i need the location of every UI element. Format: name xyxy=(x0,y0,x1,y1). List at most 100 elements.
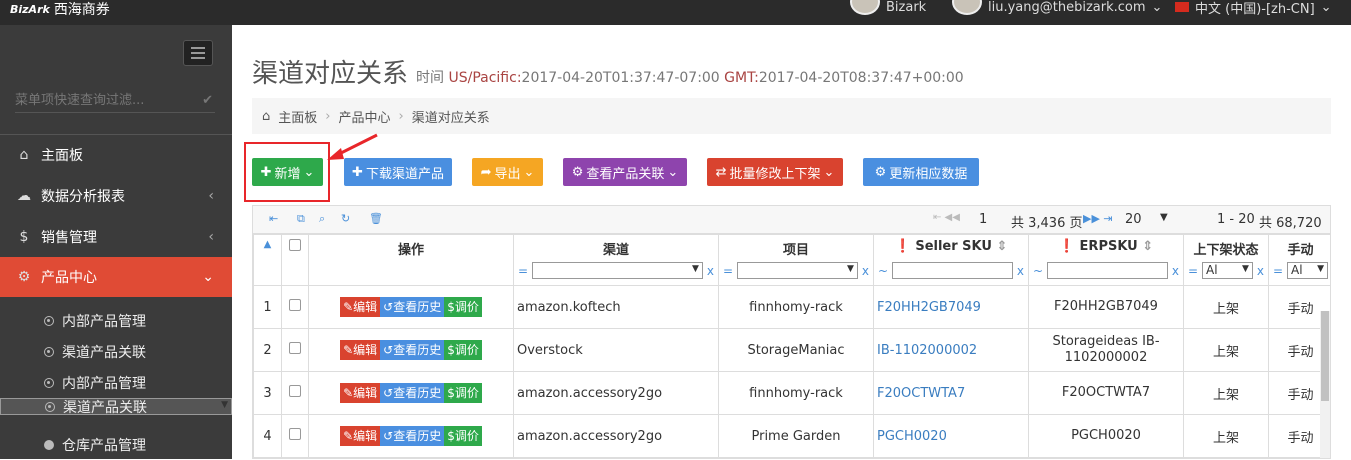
cell-status: 上架 xyxy=(1183,328,1269,372)
breadcrumb-current: 渠道对应关系 xyxy=(411,110,490,126)
menu-filter-placeholder: 菜单项快速查询过滤... xyxy=(15,93,145,108)
breadcrumb-link[interactable]: 产品中心 xyxy=(338,107,390,126)
cell-seller-sku-link[interactable]: PGCH0020 xyxy=(873,414,1029,458)
copy-icon[interactable]: ⧉ xyxy=(297,212,305,226)
cell-erpsku: F20HH2GB7049 xyxy=(1028,285,1184,329)
sidebar-item-label: 销售管理 xyxy=(41,230,97,246)
sidebar-subitem[interactable]: 内部产品管理 xyxy=(0,367,232,398)
next-page-icon[interactable]: ▶▶ ⇥ xyxy=(1083,212,1113,225)
channel-filter-select[interactable] xyxy=(532,262,703,279)
table-row[interactable]: 2 ✎编辑 ↺查看历史 $调价 Overstock StorageManiac IB-110… xyxy=(253,328,1330,372)
menu-toggle-button[interactable] xyxy=(183,40,213,66)
price-button[interactable]: $调价 xyxy=(444,297,482,317)
breadcrumb-link[interactable]: 主面板 xyxy=(278,107,317,126)
clear-filter-button[interactable]: x xyxy=(862,264,869,278)
user-menu[interactable]: liu.yang@thebizark.com ⌄ xyxy=(952,0,1162,15)
menu-filter-input[interactable]: 菜单项快速查询过滤... ✔ xyxy=(15,91,215,113)
filter-operator: = xyxy=(518,263,529,278)
clear-filter-button[interactable]: x xyxy=(1172,264,1179,278)
table-header-row: ▲ 操作 渠道 = x 项目 = x ❗ Seller SKU ⇕ ~ x ❗ ERP… xyxy=(253,234,1330,286)
column-header-channel[interactable]: 渠道 = x xyxy=(513,234,719,286)
refresh-icon[interactable]: ↻ xyxy=(341,212,350,225)
chevron-down-icon: ⌄ xyxy=(1320,0,1332,15)
logo[interactable]: BizArk 西海商券 xyxy=(10,0,110,18)
trash-icon[interactable]: 🗑 xyxy=(369,212,383,225)
row-checkbox[interactable] xyxy=(281,285,309,329)
row-number: 2 xyxy=(253,328,282,372)
button-label: 导出 xyxy=(494,166,521,182)
plus-icon: ✚ xyxy=(352,164,363,180)
clear-filter-button[interactable]: x xyxy=(1257,264,1264,278)
export-button[interactable]: ➦ 导出 ⌄ xyxy=(472,158,543,186)
view-product-links-button[interactable]: ⚙ 查看产品关联 ⌄ xyxy=(563,158,687,186)
sidebar-subitem-selected[interactable]: 渠道产品关联 xyxy=(0,398,232,416)
history-button[interactable]: ↺查看历史 xyxy=(380,340,445,360)
history-button[interactable]: ↺查看历史 xyxy=(380,383,445,403)
tenant-menu[interactable]: Bizark xyxy=(850,0,926,15)
clear-filter-button[interactable]: x xyxy=(707,264,714,278)
cell-seller-sku-link[interactable]: IB-1102000002 xyxy=(873,328,1029,372)
scrollbar[interactable] xyxy=(1320,311,1330,458)
table-row[interactable]: 1 ✎编辑 ↺查看历史 $调价 amazon.koftech finnhomy-rack F… xyxy=(253,285,1330,329)
search-icon[interactable]: ⌕ xyxy=(319,212,325,226)
first-icon[interactable]: ⇤ xyxy=(269,212,278,225)
language-menu[interactable]: 中文 (中国)-[zh-CN] ⌄ xyxy=(1175,0,1332,17)
batch-listing-button[interactable]: ⇄ 批量修改上下架 ⌄ xyxy=(707,158,843,186)
sort-icon[interactable]: ▲ xyxy=(253,234,282,286)
sidebar-item-dashboard[interactable]: ⌂ 主面板 xyxy=(0,135,232,175)
filter-operator: = xyxy=(1273,263,1284,278)
check-icon[interactable]: ✔ xyxy=(202,91,213,111)
server-time: 时间 US/Pacific:2017-04-20T01:37:47-07:00 … xyxy=(416,67,964,87)
sidebar-subitem[interactable]: 仓库产品管理 xyxy=(0,429,232,460)
column-header-seller-sku[interactable]: ❗ Seller SKU ⇕ ~ x xyxy=(873,234,1029,286)
manual-filter-select[interactable]: Al xyxy=(1287,262,1328,279)
column-header-ops: 操作 xyxy=(308,234,514,286)
history-button[interactable]: ↺查看历史 xyxy=(380,426,445,446)
cell-seller-sku-link[interactable]: F20OCTWTA7 xyxy=(873,371,1029,415)
sidebar-item-reports[interactable]: ☁ 数据分析报表 ‹ xyxy=(0,176,232,216)
cell-erpsku: F20OCTWTA7 xyxy=(1028,371,1184,415)
table-row[interactable]: 3 ✎编辑 ↺查看历史 $调价 amazon.accessory2go finnhomy-… xyxy=(253,371,1330,415)
column-header-erpsku[interactable]: ❗ ERPSKU ⇕ ~ x xyxy=(1028,234,1184,286)
sidebar-subitem-label: 内部产品管理 xyxy=(62,313,146,330)
page-input[interactable]: 1 xyxy=(979,212,987,227)
cell-seller-sku-link[interactable]: F20HH2GB7049 xyxy=(873,285,1029,329)
edit-button[interactable]: ✎编辑 xyxy=(340,297,381,317)
first-page-icon[interactable]: ⇤ ◀◀ xyxy=(933,212,960,223)
row-checkbox[interactable] xyxy=(281,328,309,372)
sidebar-item-sales[interactable]: $ 销售管理 ‹ xyxy=(0,217,232,257)
history-button[interactable]: ↺查看历史 xyxy=(380,297,445,317)
edit-button[interactable]: ✎编辑 xyxy=(340,383,381,403)
row-checkbox[interactable] xyxy=(281,371,309,415)
sidebar-subitem[interactable]: 渠道产品关联 xyxy=(0,336,232,367)
price-label: 调价 xyxy=(454,300,479,314)
edit-button[interactable]: ✎编辑 xyxy=(340,340,381,360)
update-data-button[interactable]: ⚙ 更新相应数据 xyxy=(863,158,979,186)
price-button[interactable]: $调价 xyxy=(444,383,482,403)
edit-button[interactable]: ✎编辑 xyxy=(340,426,381,446)
sort-icon[interactable]: ⇕ xyxy=(1142,239,1153,254)
cell-status: 上架 xyxy=(1183,285,1269,329)
erpsku-filter-input[interactable] xyxy=(1047,262,1168,279)
project-filter-select[interactable] xyxy=(737,262,858,279)
sort-icon[interactable]: ⇕ xyxy=(996,239,1007,254)
seller-sku-filter-input[interactable] xyxy=(892,262,1013,279)
clear-filter-button[interactable]: x xyxy=(1017,264,1024,278)
chevron-down-icon[interactable]: ▼ xyxy=(1160,212,1168,223)
download-channel-products-button[interactable]: ✚ 下载渠道产品 xyxy=(344,158,452,186)
page-size-select[interactable]: 20 xyxy=(1125,212,1142,227)
status-filter-select[interactable]: Al xyxy=(1202,262,1253,279)
price-button[interactable]: $调价 xyxy=(444,340,482,360)
sidebar-subitem[interactable]: 内部产品管理 xyxy=(0,305,232,336)
price-button[interactable]: $调价 xyxy=(444,426,482,446)
row-actions: ✎编辑 ↺查看历史 $调价 xyxy=(308,414,514,458)
column-header-manual[interactable]: 手动 = Al xyxy=(1268,234,1330,286)
gears-icon: ⚙ xyxy=(571,164,584,180)
column-header-status[interactable]: 上下架状态 =Alx xyxy=(1183,234,1269,286)
exchange-icon: ⇄ xyxy=(715,164,727,180)
row-checkbox[interactable] xyxy=(281,414,309,458)
table-row[interactable]: 4 ✎编辑 ↺查看历史 $调价 amazon.accessory2go Prime Gar… xyxy=(253,414,1330,458)
column-header-project[interactable]: 项目 = x xyxy=(718,234,874,286)
sidebar-item-products[interactable]: ⚙ 产品中心 ⌄ xyxy=(0,257,232,297)
select-all-checkbox[interactable] xyxy=(281,234,309,286)
